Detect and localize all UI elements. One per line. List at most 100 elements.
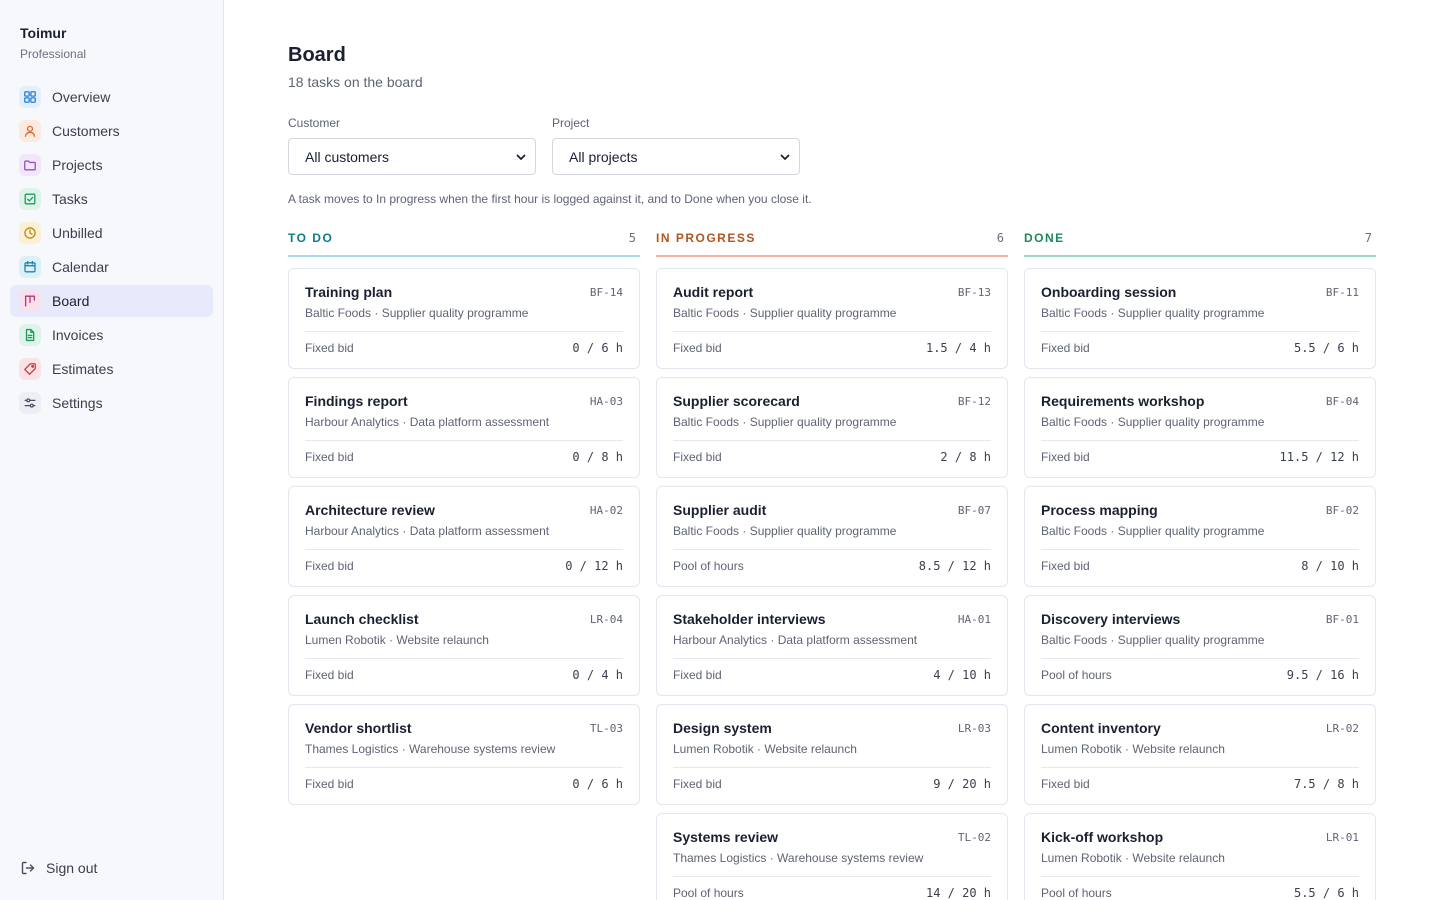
- sidebar-item-label: Calendar: [52, 259, 109, 275]
- task-title: Systems review: [673, 829, 779, 845]
- task-title: Design system: [673, 720, 772, 736]
- card-footer: Fixed bid 0 / 12 h: [305, 549, 623, 573]
- hours-logged: 0 / 6 h: [572, 777, 623, 791]
- card-list: Training plan BF-14 Baltic Foods · Supplie…: [288, 268, 640, 805]
- task-id: TL-02: [957, 830, 991, 844]
- task-title: Discovery interviews: [1041, 611, 1181, 627]
- sidebar-item-unbilled[interactable]: Unbilled: [10, 217, 213, 249]
- billing-type: Pool of hours: [673, 559, 744, 573]
- task-card[interactable]: Discovery interviews BF-01 Baltic Foods · …: [1024, 595, 1376, 696]
- sidebar-item-overview[interactable]: Overview: [10, 81, 213, 113]
- hours-logged: 11.5 / 12 h: [1279, 450, 1359, 464]
- task-card[interactable]: Audit report BF-13 Baltic Foods · Supplier…: [656, 268, 1008, 369]
- sidebar-item-tasks[interactable]: Tasks: [10, 183, 213, 215]
- sign-out-icon: [21, 861, 35, 875]
- sidebar-item-label: Estimates: [52, 361, 114, 377]
- task-card[interactable]: Training plan BF-14 Baltic Foods · Supplie…: [288, 268, 640, 369]
- column-header: IN PROGRESS 6: [656, 231, 1008, 257]
- task-card[interactable]: Onboarding session BF-11 Baltic Foods · Su…: [1024, 268, 1376, 369]
- hours-logged: 9 / 20 h: [933, 777, 991, 791]
- customer-select-value: All customers: [305, 148, 390, 165]
- task-title: Stakeholder interviews: [673, 611, 826, 627]
- card-header: Vendor shortlist TL-03: [305, 719, 623, 737]
- task-card[interactable]: Supplier scorecard BF-12 Baltic Foods · Su…: [656, 377, 1008, 478]
- sidebar-item-label: Invoices: [52, 327, 104, 343]
- sign-out-label: Sign out: [46, 860, 98, 876]
- billing-type: Fixed bid: [305, 668, 354, 682]
- page-subtitle: 18 tasks on the board: [288, 74, 423, 90]
- task-meta: Baltic Foods · Supplier quality programm…: [673, 415, 897, 429]
- tag-icon: [19, 358, 41, 380]
- task-title: Findings report: [305, 393, 408, 409]
- card-header: Findings report HA-03: [305, 392, 623, 410]
- task-card[interactable]: Content inventory LR-02 Lumen Robotik · We…: [1024, 704, 1376, 805]
- task-meta: Thames Logistics · Warehouse systems rev…: [305, 742, 556, 756]
- sidebar-item-label: Settings: [52, 395, 103, 411]
- task-card[interactable]: Vendor shortlist TL-03 Thames Logistics · …: [288, 704, 640, 805]
- sidebar-item-invoices[interactable]: Invoices: [10, 319, 213, 351]
- billing-type: Fixed bid: [305, 777, 354, 791]
- column-in-progress: IN PROGRESS 6 Audit report BF-13 Baltic Food…: [656, 231, 1008, 900]
- sidebar-item-projects[interactable]: Projects: [10, 149, 213, 181]
- hours-logged: 2 / 8 h: [940, 450, 991, 464]
- task-id: LR-04: [589, 612, 623, 626]
- task-card[interactable]: Design system LR-03 Lumen Robotik · Websit…: [656, 704, 1008, 805]
- clock-icon: [19, 222, 41, 244]
- sidebar-item-calendar[interactable]: Calendar: [10, 251, 213, 283]
- project-select[interactable]: All projects: [552, 138, 800, 175]
- billing-type: Fixed bid: [1041, 450, 1090, 464]
- board-note: A task moves to In progress when the fir…: [288, 192, 812, 206]
- chevron-down-icon: [516, 154, 526, 160]
- card-list: Audit report BF-13 Baltic Foods · Supplier…: [656, 268, 1008, 900]
- task-title: Vendor shortlist: [305, 720, 412, 736]
- card-header: Architecture review HA-02: [305, 501, 623, 519]
- card-header: Design system LR-03: [673, 719, 991, 737]
- task-card[interactable]: Launch checklist LR-04 Lumen Robotik · Web…: [288, 595, 640, 696]
- card-footer: Fixed bid 0 / 6 h: [305, 767, 623, 791]
- billing-type: Fixed bid: [673, 450, 722, 464]
- sign-out-button[interactable]: Sign out: [20, 860, 97, 876]
- sidebar-item-label: Overview: [52, 89, 111, 105]
- card-header: Requirements workshop BF-04: [1041, 392, 1359, 410]
- card-footer: Fixed bid 7.5 / 8 h: [1041, 767, 1359, 791]
- billing-type: Fixed bid: [305, 559, 354, 573]
- task-id: BF-12: [957, 394, 991, 408]
- task-card[interactable]: Kick-off workshop LR-01 Lumen Robotik · We…: [1024, 813, 1376, 900]
- task-card[interactable]: Process mapping BF-02 Baltic Foods · Suppl…: [1024, 486, 1376, 587]
- hours-logged: 5.5 / 6 h: [1293, 886, 1359, 900]
- sidebar-item-board[interactable]: Board: [10, 285, 213, 317]
- brand: Toimur Professional: [20, 25, 86, 61]
- task-meta: Harbour Analytics · Data platform assess…: [673, 633, 918, 647]
- sidebar-item-settings[interactable]: Settings: [10, 387, 213, 419]
- grid-icon: [19, 86, 41, 108]
- card-list: Onboarding session BF-11 Baltic Foods · Su…: [1024, 268, 1376, 900]
- task-meta: Lumen Robotik · Website relaunch: [1041, 742, 1225, 756]
- customer-filter: Customer All customers: [288, 116, 536, 175]
- billing-type: Fixed bid: [673, 777, 722, 791]
- billing-type: Fixed bid: [1041, 777, 1090, 791]
- task-meta: Baltic Foods · Supplier quality programm…: [673, 524, 897, 538]
- sidebar: Toimur Professional Overview Customers Pro…: [0, 0, 224, 900]
- sidebar-item-customers[interactable]: Customers: [10, 115, 213, 147]
- task-title: Onboarding session: [1041, 284, 1177, 300]
- card-header: Stakeholder interviews HA-01: [673, 610, 991, 628]
- customer-select[interactable]: All customers: [288, 138, 536, 175]
- task-card[interactable]: Supplier audit BF-07 Baltic Foods · Suppli…: [656, 486, 1008, 587]
- task-title: Supplier audit: [673, 502, 767, 518]
- task-id: BF-07: [957, 503, 991, 517]
- hours-logged: 14 / 20 h: [925, 886, 991, 900]
- kanban-icon: [19, 290, 41, 312]
- task-card[interactable]: Requirements workshop BF-04 Baltic Foods ·…: [1024, 377, 1376, 478]
- task-id: LR-03: [957, 721, 991, 735]
- task-card[interactable]: Systems review TL-02 Thames Logistics · Wa…: [656, 813, 1008, 900]
- task-card[interactable]: Architecture review HA-02 Harbour Analytic…: [288, 486, 640, 587]
- billing-type: Fixed bid: [305, 450, 354, 464]
- card-header: Process mapping BF-02: [1041, 501, 1359, 519]
- sidebar-item-estimates[interactable]: Estimates: [10, 353, 213, 385]
- billing-type: Pool of hours: [1041, 886, 1112, 900]
- task-card[interactable]: Stakeholder interviews HA-01 Harbour Analy…: [656, 595, 1008, 696]
- task-card[interactable]: Findings report HA-03 Harbour Analytics · …: [288, 377, 640, 478]
- task-meta: Baltic Foods · Supplier quality programm…: [673, 306, 897, 320]
- task-meta: Lumen Robotik · Website relaunch: [673, 742, 857, 756]
- task-id: BF-01: [1325, 612, 1359, 626]
